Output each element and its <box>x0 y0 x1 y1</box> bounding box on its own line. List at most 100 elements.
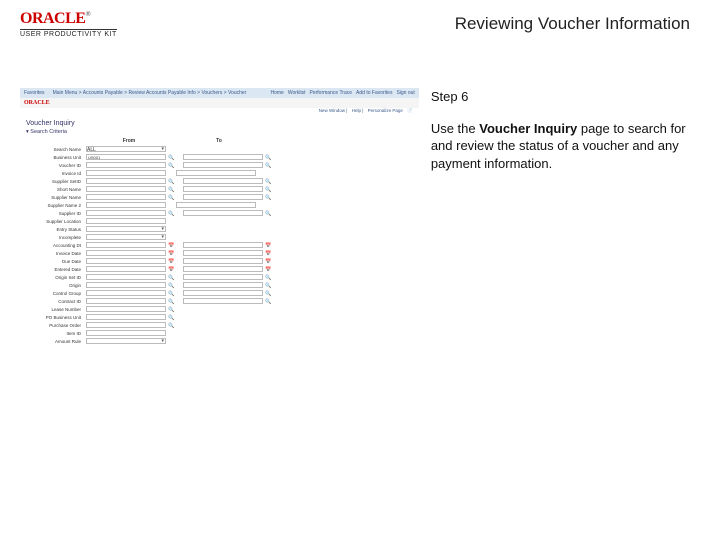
lookup-icon[interactable]: 🔍 <box>265 299 270 304</box>
help-link[interactable]: Help <box>352 108 361 113</box>
date-field[interactable] <box>86 258 166 264</box>
field-label: Incomplete <box>26 235 84 240</box>
text-field[interactable] <box>86 322 166 328</box>
text-field[interactable] <box>183 282 263 288</box>
form-row: Short Name🔍🔍 <box>26 185 413 193</box>
lookup-icon[interactable]: 🔍 <box>168 291 173 296</box>
text-field[interactable] <box>183 298 263 304</box>
field-label: Supplier ID <box>26 211 84 216</box>
text-field[interactable] <box>86 314 166 320</box>
lookup-icon[interactable]: 🔍 <box>168 195 173 200</box>
date-field[interactable] <box>86 266 166 272</box>
lookup-icon[interactable]: 🔍 <box>168 211 173 216</box>
calendar-icon[interactable]: 📅 <box>265 267 270 272</box>
text-field[interactable] <box>86 202 166 208</box>
text-field[interactable]: US001 <box>86 154 166 160</box>
search-criteria-header[interactable]: ▾ Search Criteria <box>20 129 419 137</box>
field-label: Accounting Dt <box>26 243 84 248</box>
home-link[interactable]: Home <box>270 90 283 96</box>
lookup-icon[interactable]: 🔍 <box>265 155 270 160</box>
text-field[interactable] <box>176 202 256 208</box>
field-label: Invoice Date <box>26 251 84 256</box>
text-field[interactable] <box>183 194 263 200</box>
lookup-icon[interactable]: 🔍 <box>168 179 173 184</box>
select-field[interactable] <box>86 226 166 232</box>
calendar-icon[interactable]: 📅 <box>168 251 173 256</box>
breadcrumb[interactable]: Main Menu > Accounts Payable > Review Ac… <box>53 90 247 96</box>
field-label: Entered Date <box>26 267 84 272</box>
field-label: Business Unit <box>26 155 84 160</box>
favorites-link[interactable]: Add to Favorites <box>356 90 392 96</box>
text-field[interactable] <box>86 218 166 224</box>
field-label: Due Date <box>26 259 84 264</box>
text-field[interactable] <box>86 282 166 288</box>
lookup-icon[interactable]: 🔍 <box>265 195 270 200</box>
select-field[interactable] <box>86 234 166 240</box>
text-field[interactable] <box>183 186 263 192</box>
lookup-icon[interactable]: 🔍 <box>265 187 270 192</box>
text-field[interactable] <box>86 306 166 312</box>
text-field[interactable] <box>86 186 166 192</box>
text-field[interactable] <box>183 274 263 280</box>
training-header: ORACLE® USER PRODUCTIVITY KIT Reviewing … <box>0 0 720 38</box>
text-field[interactable] <box>86 330 166 336</box>
text-field[interactable] <box>86 194 166 200</box>
text-field[interactable] <box>176 170 256 176</box>
select-field[interactable] <box>86 338 166 344</box>
lookup-icon[interactable]: 🔍 <box>168 299 173 304</box>
date-field[interactable] <box>183 242 263 248</box>
app-logo-bar: ORACLE <box>20 98 419 108</box>
text-field[interactable] <box>183 290 263 296</box>
lookup-icon[interactable]: 🔍 <box>168 283 173 288</box>
date-field[interactable] <box>183 250 263 256</box>
perf-trace-link[interactable]: Performance Trace <box>310 90 353 96</box>
lookup-icon[interactable]: 🔍 <box>265 275 270 280</box>
date-field[interactable] <box>86 250 166 256</box>
new-window-link[interactable]: New Window <box>319 108 345 113</box>
text-field[interactable] <box>183 210 263 216</box>
lookup-icon[interactable]: 🔍 <box>265 211 270 216</box>
text-field[interactable] <box>86 274 166 280</box>
calendar-icon[interactable]: 📅 <box>265 251 270 256</box>
page-title: Reviewing Voucher Information <box>455 10 700 34</box>
lookup-icon[interactable]: 🔍 <box>265 179 270 184</box>
text-field[interactable] <box>183 154 263 160</box>
text-field[interactable] <box>86 162 166 168</box>
date-field[interactable] <box>183 258 263 264</box>
field-label: Supplier Location <box>26 219 84 224</box>
calendar-icon[interactable]: 📅 <box>168 259 173 264</box>
personalize-link[interactable]: Personalize Page <box>368 108 403 113</box>
text-field[interactable] <box>86 290 166 296</box>
text-field[interactable] <box>183 178 263 184</box>
lookup-icon[interactable]: 🔍 <box>265 291 270 296</box>
worklist-link[interactable]: Worklist <box>288 90 306 96</box>
lookup-icon[interactable]: 🔍 <box>265 163 270 168</box>
calendar-icon[interactable]: 📅 <box>168 243 173 248</box>
text-field[interactable] <box>86 178 166 184</box>
form-row: Search NameALL <box>26 145 413 153</box>
lookup-icon[interactable]: 🔍 <box>168 275 173 280</box>
lookup-icon[interactable]: 🔍 <box>168 163 173 168</box>
form-row: Accounting Dt 📅 📅 <box>26 241 413 249</box>
lookup-icon[interactable]: 🔍 <box>168 307 173 312</box>
date-field[interactable] <box>86 242 166 248</box>
signout-link[interactable]: Sign out <box>396 90 414 96</box>
form-row: Business UnitUS001🔍🔍 <box>26 153 413 161</box>
calendar-icon[interactable]: 📅 <box>265 259 270 264</box>
date-field[interactable] <box>183 266 263 272</box>
column-headers: From To <box>26 137 413 145</box>
text-field[interactable] <box>86 210 166 216</box>
breadcrumb[interactable]: Favorites <box>24 90 45 96</box>
text-field[interactable] <box>183 162 263 168</box>
lookup-icon[interactable]: 🔍 <box>168 323 173 328</box>
lookup-icon[interactable]: 🔍 <box>168 315 173 320</box>
lookup-icon[interactable]: 🔍 <box>168 187 173 192</box>
calendar-icon[interactable]: 📅 <box>168 267 173 272</box>
from-header: From <box>84 138 174 144</box>
select-field[interactable]: ALL <box>86 146 166 152</box>
calendar-icon[interactable]: 📅 <box>265 243 270 248</box>
lookup-icon[interactable]: 🔍 <box>265 283 270 288</box>
lookup-icon[interactable]: 🔍 <box>168 155 173 160</box>
text-field[interactable] <box>86 170 166 176</box>
text-field[interactable] <box>86 298 166 304</box>
